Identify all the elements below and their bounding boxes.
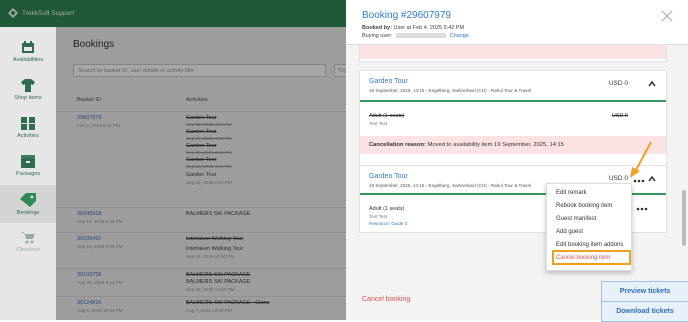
sidebar-item-label: Checkout bbox=[16, 247, 40, 253]
tshirt-icon bbox=[21, 79, 35, 92]
menu-item-guest-manifest[interactable]: Guest manifest bbox=[556, 216, 596, 222]
annotation-highlight-box bbox=[552, 250, 631, 265]
sidebar-item-label: Availabilities bbox=[12, 57, 44, 63]
cancellation-label: Cancellation reason: bbox=[369, 142, 427, 148]
line-item: Adult (1 seats) bbox=[369, 113, 405, 119]
sidebar-item-shop-items[interactable]: Shop items bbox=[0, 71, 56, 109]
line-item-more-icon[interactable] bbox=[636, 207, 648, 211]
sidebar-item-label: Packages bbox=[15, 171, 41, 177]
booked-by-value: User at Feb 4, 2025 5:42 PM bbox=[393, 25, 465, 31]
buying-user: Buying user: Change bbox=[362, 33, 469, 39]
sidebar-item-label: Shop items bbox=[14, 95, 42, 101]
sidebar-item-bookings[interactable]: Bookings bbox=[0, 185, 56, 223]
tag-icon bbox=[20, 193, 36, 207]
sidebar-item-packages[interactable]: Packages bbox=[0, 147, 56, 185]
booked-by: Booked by: User at Feb 4, 2025 5:42 PM bbox=[362, 25, 464, 31]
sidebar-item-label: Bookings bbox=[16, 210, 40, 216]
line-item-guest: Test Test bbox=[369, 214, 388, 219]
booking-item-header[interactable]: Garden Tour 19 September, 2025, 13:15 - … bbox=[360, 71, 666, 102]
buying-user-redacted bbox=[396, 33, 447, 39]
booking-item-subtitle: 19 September, 2025, 13:15 - Engelberg, S… bbox=[369, 88, 532, 93]
booking-item-card: Garden Tour 19 September, 2025, 13:15 - … bbox=[359, 70, 667, 168]
sidebar-item-checkout[interactable]: Checkout bbox=[0, 223, 56, 261]
cancellation-banner bbox=[360, 45, 666, 59]
booking-item-title[interactable]: Garden Tour bbox=[369, 78, 408, 85]
cart-icon bbox=[21, 232, 35, 244]
menu-item-rebook[interactable]: Rebook booking item bbox=[556, 203, 612, 209]
modal-backdrop[interactable] bbox=[56, 27, 346, 320]
chevron-up-icon[interactable] bbox=[648, 81, 656, 87]
cancellation-text: Moved to availability item 19 September,… bbox=[427, 142, 564, 148]
modal-backdrop-top[interactable] bbox=[0, 0, 346, 27]
cancel-booking-link[interactable]: Cancel booking bbox=[362, 296, 410, 303]
booking-item-price: USD 0 bbox=[608, 80, 628, 87]
change-user-link[interactable]: Change bbox=[450, 33, 469, 39]
menu-item-edit-remark[interactable]: Edit remark bbox=[556, 190, 587, 196]
menu-item-edit-addons[interactable]: Edit booking item addons bbox=[556, 242, 623, 248]
buying-user-label: Buying user: bbox=[362, 33, 393, 39]
booking-item-title[interactable]: Garden Tour bbox=[369, 173, 408, 180]
download-tickets-button[interactable]: Download tickets bbox=[601, 301, 688, 322]
line-item: Adult (1 seats) bbox=[369, 206, 405, 212]
sidebar-item-label: Activities bbox=[17, 133, 39, 139]
sidebar-item-availabilities[interactable]: Availabilities bbox=[0, 33, 56, 71]
cancellation-banner: Cancellation reason: Moved to availabili… bbox=[360, 136, 666, 154]
booking-items-list: Garden Tour 19 September, 2025, 13:15 - … bbox=[346, 44, 688, 320]
sidebar-item-activities[interactable]: Activities bbox=[0, 109, 56, 147]
package-icon bbox=[21, 155, 35, 168]
calendar-icon bbox=[22, 41, 34, 53]
close-icon[interactable] bbox=[660, 9, 674, 23]
line-item-resource[interactable]: Resource: Guide 3 bbox=[369, 221, 407, 226]
booking-item-card bbox=[359, 44, 667, 62]
preview-tickets-button[interactable]: Preview tickets bbox=[601, 281, 688, 302]
grid-icon bbox=[21, 117, 35, 130]
menu-item-add-guest[interactable]: Add guest bbox=[556, 229, 583, 235]
booking-title: Booking #29607979 bbox=[362, 10, 451, 21]
booked-by-label: Booked by: bbox=[362, 25, 392, 31]
scrollbar[interactable] bbox=[682, 190, 686, 246]
line-item-guest: Test Test bbox=[369, 121, 388, 126]
booking-item-subtitle: 19 September, 2025, 14:15 - Engelberg, S… bbox=[369, 183, 532, 188]
line-item-price: USD 0 bbox=[611, 113, 628, 119]
sidebar: Availabilities Shop items Activities Pac… bbox=[0, 27, 56, 320]
annotation-arrow-icon bbox=[630, 141, 652, 178]
